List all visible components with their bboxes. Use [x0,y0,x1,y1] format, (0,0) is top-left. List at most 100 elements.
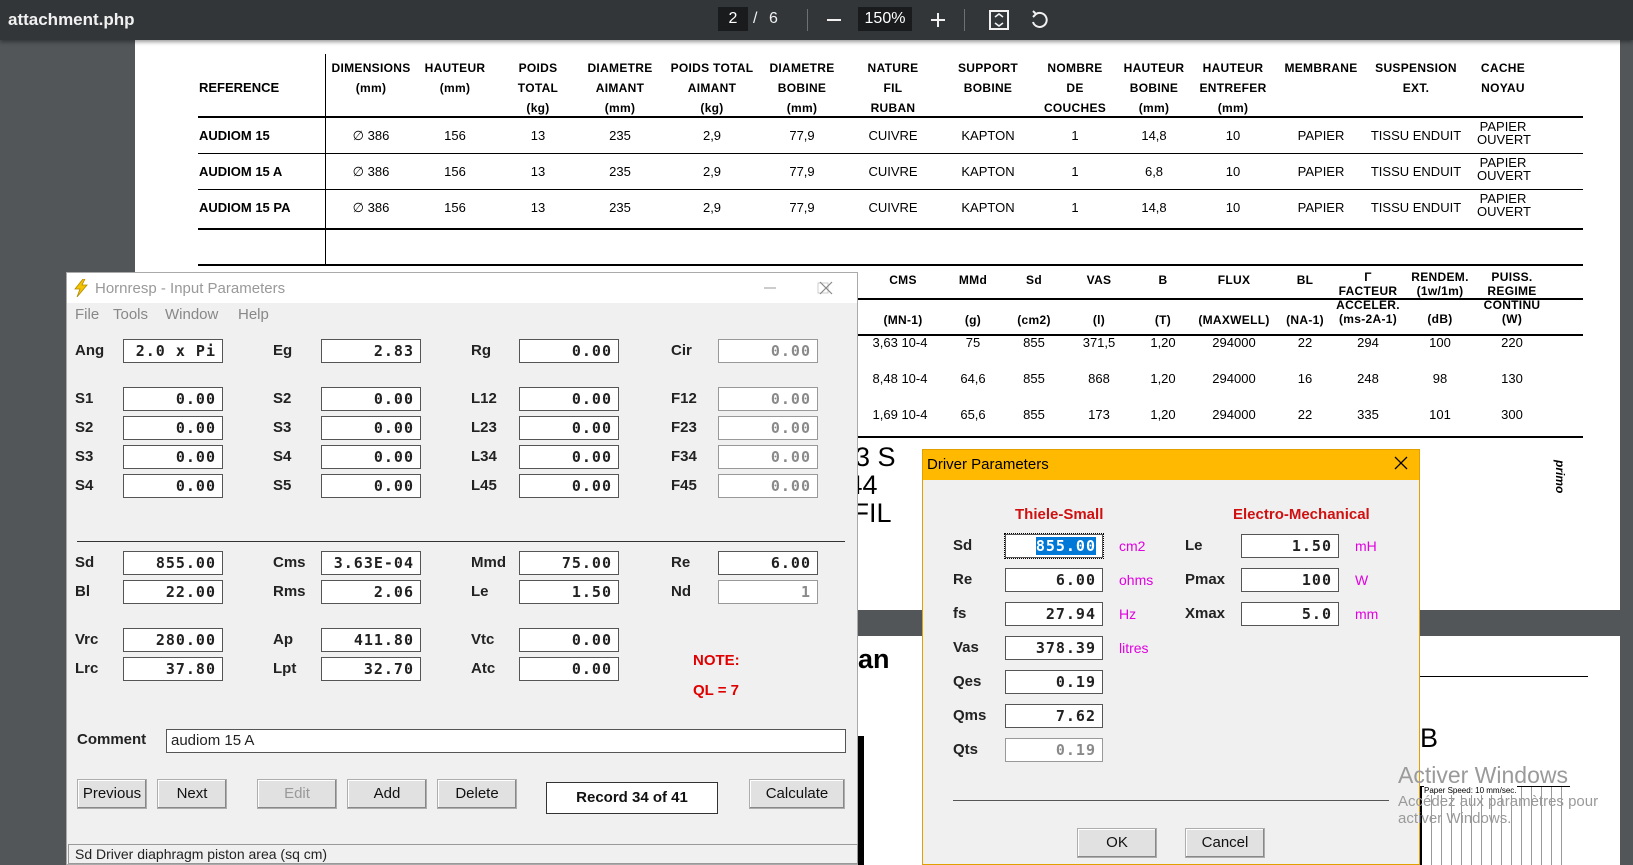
param-field[interactable]: 0.00 [718,474,818,498]
close-button[interactable] [811,275,841,301]
edit-button[interactable]: Edit [257,779,337,809]
param-field[interactable]: 37.80 [123,657,223,681]
menu-help[interactable]: Help [238,306,269,323]
spec-header: Sd (cm2) [1017,273,1051,327]
param-field[interactable]: 0.00 [123,416,223,440]
cancel-button[interactable]: Cancel [1185,828,1265,858]
next-button[interactable]: Next [157,779,227,809]
scan-edge [858,736,864,865]
spec-cell: 294000 [1212,335,1256,350]
ts-field[interactable]: 855.00 [1004,533,1104,559]
add-button[interactable]: Add [347,779,427,809]
em-field[interactable]: 100 [1241,568,1339,592]
page-number-input[interactable]: 2 [718,7,748,31]
param-label: S2 [273,390,292,407]
param-field[interactable]: 32.70 [321,657,421,681]
brand-logo: primo [1553,460,1567,494]
param-field[interactable]: 0.00 [321,474,421,498]
note-label: NOTE: [693,652,740,669]
dialog-titlebar[interactable]: Driver Parameters [923,450,1419,480]
param-label: Atc [471,660,496,677]
param-field[interactable]: 0.00 [123,445,223,469]
spec-cell: 130 [1501,371,1523,386]
param-field[interactable]: 0.00 [519,339,619,363]
spec-cell: 2,9 [702,128,722,143]
param-field[interactable]: 75.00 [519,551,619,575]
param-field[interactable]: 2.0 x Pi [123,339,223,363]
param-field[interactable]: 855.00 [123,551,223,575]
spec-cell: 98 [1432,371,1448,386]
ok-button[interactable]: OK [1077,828,1157,858]
table-rule [325,54,326,266]
previous-button[interactable]: Previous [77,779,147,809]
param-field[interactable]: 0.00 [519,657,619,681]
menu-file[interactable]: File [75,306,99,323]
ts-field[interactable]: 0.19 [1005,738,1103,762]
param-field[interactable]: 0.00 [519,474,619,498]
param-field[interactable]: 1 [718,580,818,604]
em-label: Pmax [1185,571,1226,588]
ts-field[interactable]: 27.94 [1005,602,1103,626]
minimize-button[interactable] [755,275,785,301]
record-indicator: Record 34 of 41 [546,782,718,814]
fit-page-button[interactable] [985,6,1013,34]
param-field[interactable]: 280.00 [123,628,223,652]
spec-cell: 14,8 [1141,128,1167,143]
param-field[interactable]: 0.00 [123,474,223,498]
param-field[interactable]: 0.00 [718,445,818,469]
em-label: Xmax [1185,605,1226,622]
ts-field[interactable]: 7.62 [1005,704,1103,728]
param-field[interactable]: 0.00 [321,416,421,440]
comment-input[interactable]: audiom 15 A [166,729,846,753]
dialog-title: Driver Parameters [927,456,1049,473]
dialog-close-button[interactable] [1391,453,1411,479]
param-field[interactable]: 22.00 [123,580,223,604]
zoom-level-input[interactable]: 150% [858,7,912,31]
param-label: S3 [75,448,94,465]
param-field[interactable]: 0.00 [321,387,421,411]
em-field[interactable]: 1.50 [1241,534,1339,558]
spec-cell: 855 [1023,407,1045,422]
delete-button[interactable]: Delete [437,779,517,809]
calculate-button[interactable]: Calculate [749,779,845,809]
menu-window[interactable]: Window [165,306,218,323]
param-field[interactable]: 0.00 [718,387,818,411]
spec-cell: 6,8 [1144,164,1164,179]
param-field[interactable]: 0.00 [519,416,619,440]
param-field[interactable]: 0.00 [321,445,421,469]
window-titlebar[interactable]: Hornresp - Input Parameters [67,273,857,303]
section-thiele-small: Thiele-Small [1015,506,1104,523]
zoom-in-button[interactable] [924,6,952,34]
param-field[interactable]: 2.83 [321,339,421,363]
spec-header: MEMBRANE [1284,61,1358,75]
param-field[interactable]: 0.00 [519,387,619,411]
menu-tools[interactable]: Tools [113,306,148,323]
spec-cell: 13 [530,200,546,215]
param-field[interactable]: 0.00 [519,628,619,652]
em-label: Le [1185,537,1203,554]
rotate-button[interactable] [1025,6,1053,34]
em-field[interactable]: 5.0 [1241,602,1339,626]
spec-cell: PAPIER OUVERT [1477,155,1531,183]
spec-cell: 294 [1357,335,1379,350]
param-field[interactable]: 0.00 [123,387,223,411]
spec-cell: 1 [1071,128,1079,143]
param-field[interactable]: 0.00 [718,416,818,440]
param-field[interactable]: 0.00 [718,339,818,363]
param-field[interactable]: 2.06 [321,580,421,604]
rotate-icon [1032,10,1048,28]
ts-field[interactable]: 6.00 [1005,568,1103,592]
activation-watermark: Activer Windows [1398,762,1568,788]
zoom-out-button[interactable] [820,6,848,34]
ts-field[interactable]: 378.39 [1005,636,1103,660]
param-field[interactable]: 411.80 [321,628,421,652]
param-field[interactable]: 0.00 [519,445,619,469]
param-label: L23 [471,419,497,436]
status-bar: Sd Driver diaphragm piston area (sq cm) [68,844,858,864]
ts-field[interactable]: 0.19 [1005,670,1103,694]
spec-cell: 235 [609,164,631,179]
spec-cell: 100 [1429,335,1451,350]
param-field[interactable]: 3.63E-04 [321,551,421,575]
param-field[interactable]: 6.00 [718,551,818,575]
param-field[interactable]: 1.50 [519,580,619,604]
